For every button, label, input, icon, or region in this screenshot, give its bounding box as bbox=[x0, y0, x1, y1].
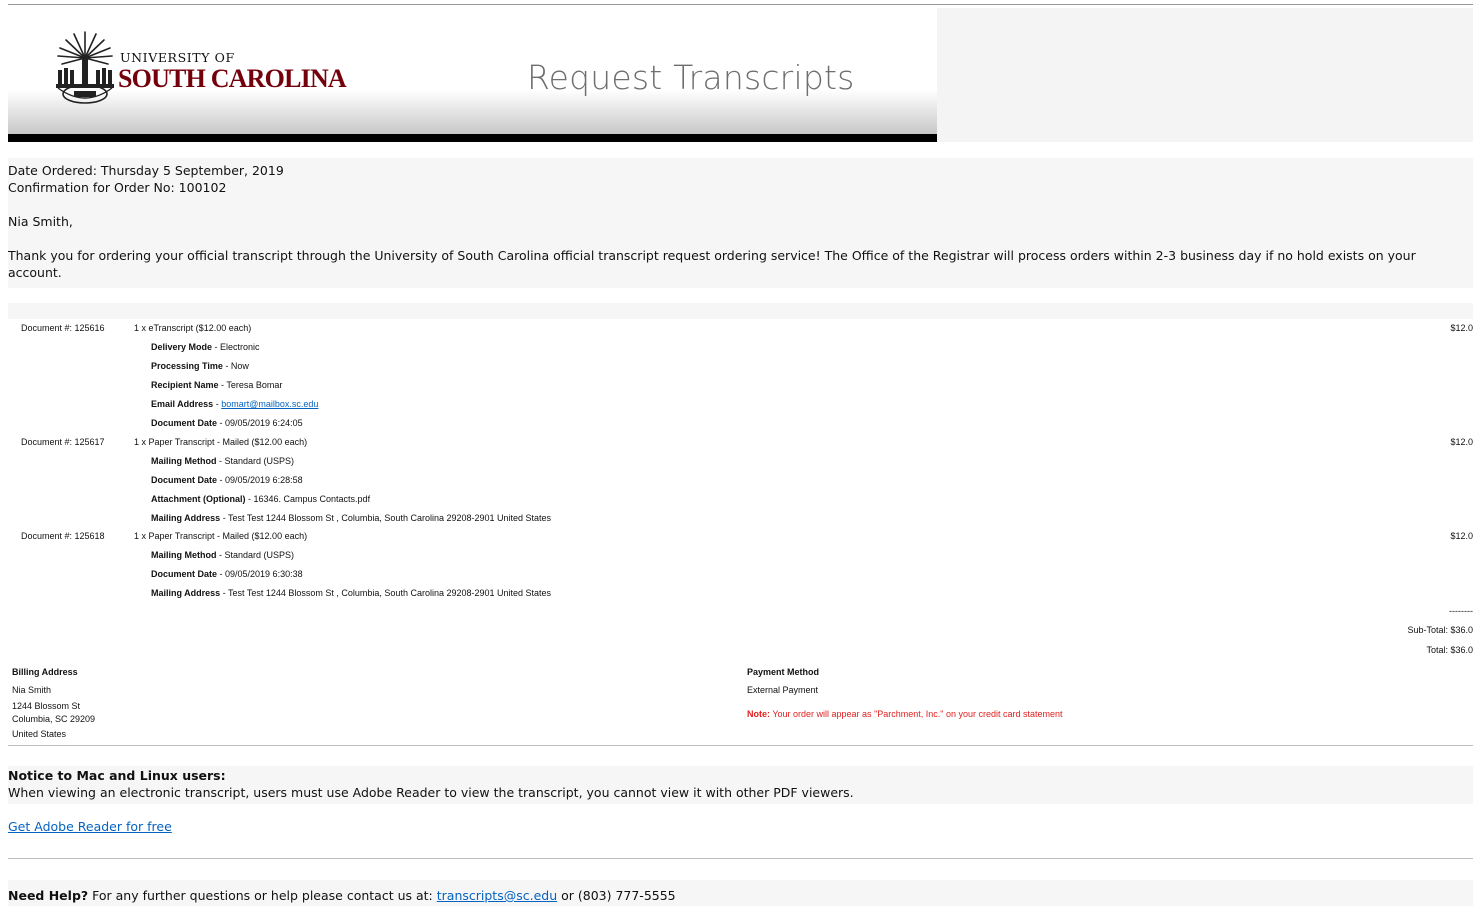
detail-mailing-method: Mailing Method - Standard (USPS) bbox=[151, 456, 294, 467]
adobe-reader-link-row: Get Adobe Reader for free bbox=[8, 818, 172, 835]
note-label: Note: bbox=[747, 709, 770, 719]
totals-divider: -------- bbox=[1449, 606, 1473, 616]
document-number: Document #: 125617 bbox=[21, 437, 105, 447]
palmetto-seal-icon bbox=[56, 31, 114, 104]
billing-line: 1244 Blossom St bbox=[12, 701, 81, 711]
payment-method: External Payment bbox=[747, 685, 819, 695]
thank-you-message: Thank you for ordering your official tra… bbox=[8, 248, 1416, 280]
detail-value: - 09/05/2019 6:24:05 bbox=[217, 418, 303, 428]
detail-value: - 16346. Campus Contacts.pdf bbox=[245, 494, 371, 504]
document-item: 1 x Paper Transcript - Mailed ($12.00 ea… bbox=[134, 531, 308, 541]
document-price: $12.0 bbox=[1450, 323, 1473, 333]
logo-south-carolina: SOUTH CAROLINA bbox=[118, 64, 347, 93]
detail-value: - Standard (USPS) bbox=[216, 456, 295, 466]
total: Total: $36.0 bbox=[1426, 645, 1473, 655]
payment-heading: Payment Method bbox=[747, 667, 820, 677]
detail-delivery-mode: Delivery Mode - Electronic bbox=[151, 342, 260, 353]
document-item: 1 x eTranscript ($12.00 each) bbox=[134, 323, 252, 333]
detail-attachment: Attachment (Optional) - 16346. Campus Co… bbox=[151, 494, 370, 505]
detail-label: Recipient Name bbox=[151, 380, 219, 390]
detail-value: - Standard (USPS) bbox=[216, 550, 295, 560]
greeting: Nia Smith, bbox=[8, 214, 73, 229]
detail-value: - 09/05/2019 6:30:38 bbox=[217, 569, 303, 579]
section-divider bbox=[8, 745, 1473, 746]
help-phone: or (803) 777-5555 bbox=[557, 888, 676, 903]
detail-label: Mailing Method bbox=[151, 550, 217, 560]
logo-university-of: UNIVERSITY OF bbox=[120, 50, 235, 65]
note-text: Your order will appear as "Parchment, In… bbox=[770, 709, 1063, 719]
detail-value: - bbox=[213, 399, 222, 409]
document-number: Document #: 125616 bbox=[21, 323, 105, 333]
detail-value: - Test Test 1244 Blossom St , Columbia, … bbox=[220, 588, 552, 598]
adobe-reader-link[interactable]: Get Adobe Reader for free bbox=[8, 819, 172, 834]
help-text: For any further questions or help please… bbox=[88, 888, 437, 903]
detail-value: - Test Test 1244 Blossom St , Columbia, … bbox=[220, 513, 552, 523]
billing-line: Columbia, SC 29209 bbox=[12, 714, 96, 724]
detail-label: Mailing Address bbox=[151, 513, 221, 523]
detail-mailing-address: Mailing Address - Test Test 1244 Blossom… bbox=[151, 588, 551, 599]
billing-heading: Billing Address bbox=[12, 667, 78, 677]
detail-label: Document Date bbox=[151, 569, 218, 579]
order-items-header-strip bbox=[8, 303, 1473, 319]
detail-label: Attachment (Optional) bbox=[151, 494, 246, 504]
detail-label: Delivery Mode bbox=[151, 342, 213, 352]
detail-email-address: Email Address - bomart@mailbox.sc.edu bbox=[151, 399, 318, 410]
confirmation-number: Confirmation for Order No: 100102 bbox=[8, 180, 227, 195]
banner-bottom-bar bbox=[8, 134, 937, 142]
usc-logo: UNIVERSITY OF SOUTH CAROLINA bbox=[54, 28, 347, 116]
payment-note: Note: Your order will appear as "Parchme… bbox=[747, 709, 1063, 720]
date-ordered: Date Ordered: Thursday 5 September, 2019 bbox=[8, 163, 284, 178]
detail-value: - Teresa Bomar bbox=[218, 380, 283, 390]
detail-mailing-address: Mailing Address - Test Test 1244 Blossom… bbox=[151, 513, 551, 524]
help-row: Need Help? For any further questions or … bbox=[8, 887, 676, 904]
recipient-email-link[interactable]: bomart@mailbox.sc.edu bbox=[221, 399, 318, 409]
detail-document-date: Document Date - 09/05/2019 6:28:58 bbox=[151, 475, 303, 486]
document-price: $12.0 bbox=[1450, 531, 1473, 541]
detail-value: - 09/05/2019 6:28:58 bbox=[217, 475, 303, 485]
billing-line: United States bbox=[12, 729, 67, 739]
detail-label: Mailing Address bbox=[151, 588, 221, 598]
detail-document-date: Document Date - 09/05/2019 6:30:38 bbox=[151, 569, 303, 580]
detail-document-date: Document Date - 09/05/2019 6:24:05 bbox=[151, 418, 303, 429]
help-email-link[interactable]: transcripts@sc.edu bbox=[437, 888, 557, 903]
notice-heading: Notice to Mac and Linux users: bbox=[8, 768, 226, 783]
detail-label: Document Date bbox=[151, 475, 218, 485]
detail-value: - Electronic bbox=[212, 342, 260, 352]
detail-value: - Now bbox=[222, 361, 249, 371]
detail-label: Mailing Method bbox=[151, 456, 217, 466]
detail-label: Email Address bbox=[151, 399, 214, 409]
header-banner: UNIVERSITY OF SOUTH CAROLINA Request Tra… bbox=[8, 8, 937, 142]
document-item: 1 x Paper Transcript - Mailed ($12.00 ea… bbox=[134, 437, 308, 447]
detail-label: Processing Time bbox=[151, 361, 223, 371]
billing-line: Nia Smith bbox=[12, 685, 52, 695]
page-title: Request Transcripts bbox=[527, 58, 855, 97]
subtotal: Sub-Total: $36.0 bbox=[1407, 625, 1473, 635]
document-price: $12.0 bbox=[1450, 437, 1473, 447]
section-divider bbox=[8, 858, 1473, 859]
detail-recipient-name: Recipient Name - Teresa Bomar bbox=[151, 380, 282, 391]
document-number: Document #: 125618 bbox=[21, 531, 105, 541]
notice-text: When viewing an electronic transcript, u… bbox=[8, 785, 854, 800]
detail-mailing-method: Mailing Method - Standard (USPS) bbox=[151, 550, 294, 561]
detail-processing-time: Processing Time - Now bbox=[151, 361, 249, 372]
detail-label: Document Date bbox=[151, 418, 218, 428]
help-label: Need Help? bbox=[8, 888, 89, 903]
top-divider bbox=[8, 4, 1473, 5]
